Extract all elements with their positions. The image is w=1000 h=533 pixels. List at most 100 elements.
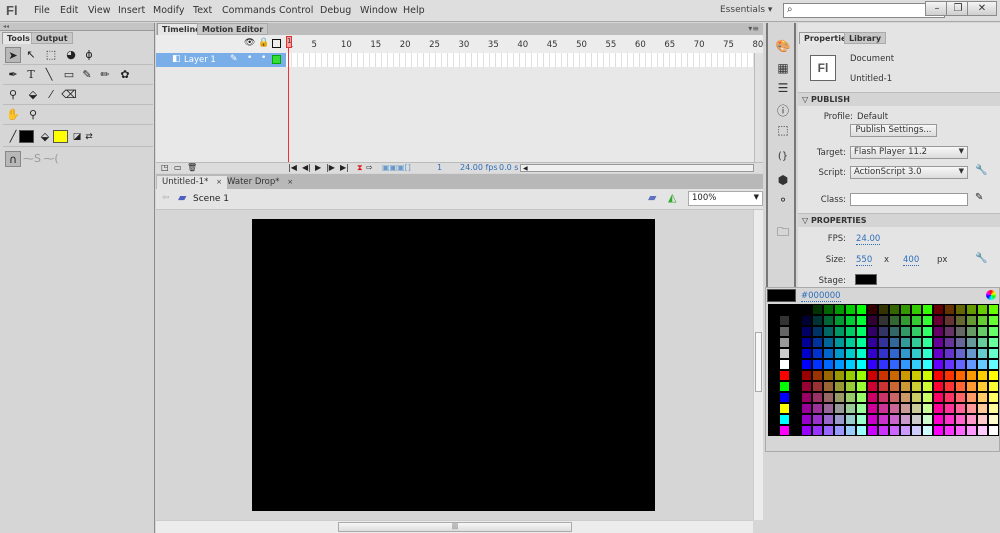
swatch-cell[interactable]: [823, 337, 834, 348]
swatch-cell[interactable]: [812, 304, 823, 315]
advanced-settings-icon[interactable]: 🔧: [975, 253, 987, 264]
timeline-hscroll[interactable]: ◀: [520, 164, 754, 172]
swatch-cell[interactable]: [988, 359, 999, 370]
swatch-cell[interactable]: [845, 370, 856, 381]
swatch-cell[interactable]: [911, 315, 922, 326]
menu-modify[interactable]: Modify: [153, 5, 184, 16]
swatch-cell[interactable]: [933, 326, 944, 337]
edit-symbols-icon[interactable]: ◭: [668, 191, 676, 204]
swatch-cell[interactable]: [834, 304, 845, 315]
class-input[interactable]: [850, 193, 968, 206]
lock-icon[interactable]: 🔒: [258, 38, 269, 48]
swatch-cell[interactable]: [845, 348, 856, 359]
swatch-cell[interactable]: [900, 425, 911, 436]
swatch-cell[interactable]: [834, 326, 845, 337]
swatch-cell[interactable]: [768, 370, 779, 381]
eraser-tool-icon[interactable]: ⌫: [61, 87, 77, 103]
swatch-cell[interactable]: [900, 381, 911, 392]
swatch-cell[interactable]: [889, 326, 900, 337]
show-hide-icon[interactable]: 👁: [244, 38, 255, 48]
swatch-cell[interactable]: [834, 359, 845, 370]
swatch-cell[interactable]: [966, 425, 977, 436]
swatch-cell[interactable]: [801, 304, 812, 315]
paint-bucket-tool-icon[interactable]: ⬙: [25, 87, 41, 103]
swatch-cell[interactable]: [812, 381, 823, 392]
hscroll-thumb[interactable]: |||: [338, 522, 572, 532]
swatch-cell[interactable]: [889, 425, 900, 436]
swatch-cell[interactable]: [922, 348, 933, 359]
swatch-cell[interactable]: [823, 326, 834, 337]
properties-section-header[interactable]: ▽ PROPERTIES: [798, 213, 1000, 227]
swatch-cell[interactable]: [944, 326, 955, 337]
swatch-cell[interactable]: [977, 414, 988, 425]
swatch-cell[interactable]: [955, 337, 966, 348]
swatch-cell[interactable]: [779, 315, 790, 326]
swatch-cell[interactable]: [988, 414, 999, 425]
edit-class-pencil-icon[interactable]: ✎: [975, 192, 983, 203]
swatch-cell[interactable]: [812, 392, 823, 403]
swatch-cell[interactable]: [955, 425, 966, 436]
timeline-vscroll[interactable]: [754, 53, 763, 162]
swatch-cell[interactable]: [834, 315, 845, 326]
swatch-cell[interactable]: [988, 370, 999, 381]
swatch-cell[interactable]: [911, 381, 922, 392]
swatch-cell[interactable]: [768, 403, 779, 414]
swatch-cell[interactable]: [779, 326, 790, 337]
tab-output[interactable]: Output: [31, 32, 73, 44]
publish-settings-button[interactable]: Publish Settings...: [850, 124, 937, 137]
swatch-cell[interactable]: [867, 370, 878, 381]
swatch-cell[interactable]: [790, 381, 801, 392]
swatch-cell[interactable]: [878, 348, 889, 359]
swatch-cell[interactable]: [779, 370, 790, 381]
loop-icon[interactable]: ⇨: [366, 163, 373, 172]
go-first-icon[interactable]: |◀: [288, 163, 297, 172]
swatch-cell[interactable]: [988, 425, 999, 436]
swatch-cell[interactable]: [867, 414, 878, 425]
swatch-cell[interactable]: [878, 381, 889, 392]
swatch-cell[interactable]: [834, 348, 845, 359]
swatch-cell[interactable]: [933, 304, 944, 315]
swatch-cell[interactable]: [988, 403, 999, 414]
swatch-cell[interactable]: [966, 381, 977, 392]
swatch-cell[interactable]: [768, 359, 779, 370]
swatch-cell[interactable]: [801, 337, 812, 348]
swatch-cell[interactable]: [900, 337, 911, 348]
swatch-cell[interactable]: [790, 315, 801, 326]
onion-skin-icon[interactable]: ▣▣▣[]: [382, 163, 411, 172]
menu-window[interactable]: Window: [360, 5, 397, 16]
swatch-cell[interactable]: [768, 348, 779, 359]
swatch-cell[interactable]: [867, 392, 878, 403]
menu-file[interactable]: File: [34, 5, 50, 16]
swatch-cell[interactable]: [922, 381, 933, 392]
swatch-cell[interactable]: [966, 359, 977, 370]
publish-section-header[interactable]: ▽ PUBLISH: [798, 92, 1000, 106]
fill-color-swatch[interactable]: [53, 130, 68, 143]
brush-tool-icon[interactable]: ✏: [97, 67, 113, 83]
swatch-cell[interactable]: [911, 414, 922, 425]
swatch-cell[interactable]: [878, 392, 889, 403]
swatch-cell[interactable]: [779, 425, 790, 436]
swatch-cell[interactable]: [823, 392, 834, 403]
swatch-cell[interactable]: [955, 392, 966, 403]
swatch-cell[interactable]: [812, 337, 823, 348]
swatch-cell[interactable]: [801, 392, 812, 403]
swatch-cell[interactable]: [845, 403, 856, 414]
swatch-cell[interactable]: [790, 414, 801, 425]
swatch-cell[interactable]: [845, 392, 856, 403]
swatch-cell[interactable]: [768, 392, 779, 403]
swatch-cell[interactable]: [845, 414, 856, 425]
wrench-icon[interactable]: 🔧: [975, 165, 987, 176]
close-button[interactable]: ✕: [967, 1, 997, 16]
swatch-cell[interactable]: [911, 403, 922, 414]
swatch-cell[interactable]: [823, 425, 834, 436]
swatch-cell[interactable]: [933, 315, 944, 326]
swatch-cell[interactable]: [988, 315, 999, 326]
swatch-cell[interactable]: [900, 414, 911, 425]
tab-motion-editor[interactable]: Motion Editor: [197, 23, 269, 35]
swatch-cell[interactable]: [812, 315, 823, 326]
swatch-cell[interactable]: [779, 304, 790, 315]
hex-color-value[interactable]: #000000: [801, 291, 841, 302]
center-frame-icon[interactable]: ⧗: [357, 163, 363, 173]
swatch-cell[interactable]: [922, 403, 933, 414]
new-folder-icon[interactable]: ▭: [174, 163, 182, 172]
